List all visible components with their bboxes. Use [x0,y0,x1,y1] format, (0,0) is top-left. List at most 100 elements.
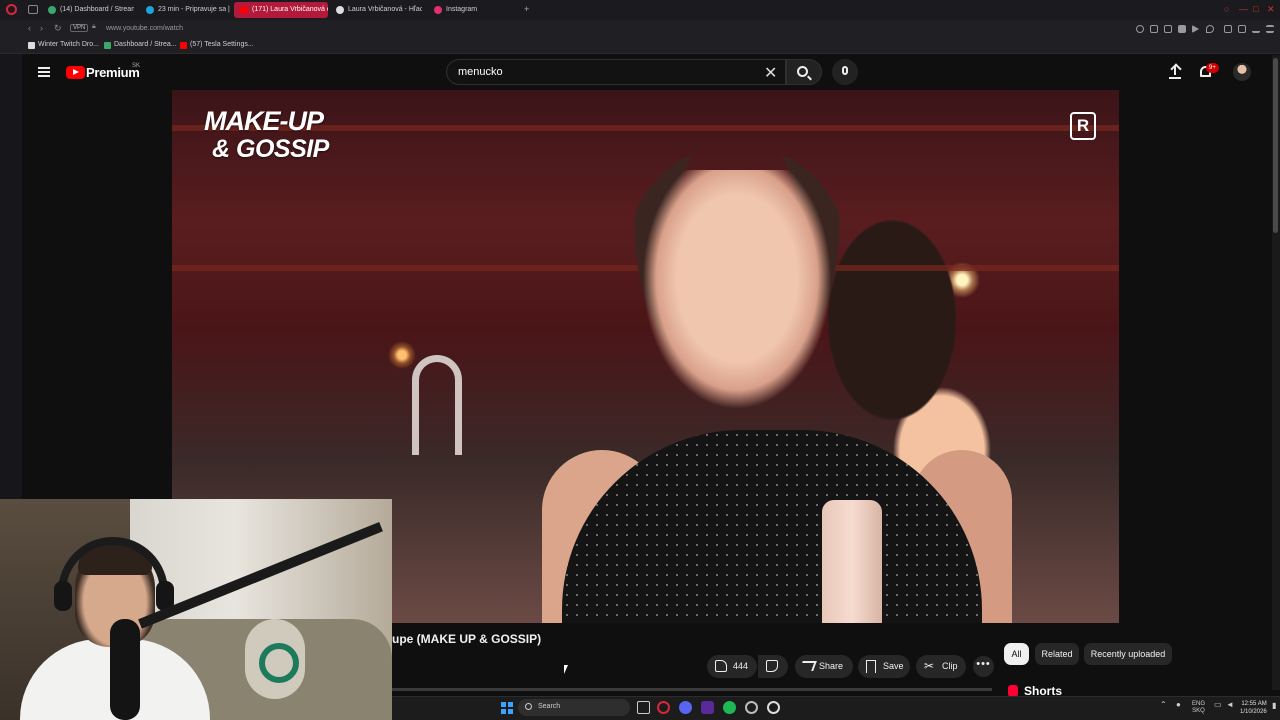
player-icon[interactable] [1192,25,1199,33]
taskbar-clock[interactable]: 12:55 AM 1/10/2026 [1240,700,1267,716]
browser-tab[interactable]: Laura Vrbičanová - Hľadať [330,2,422,18]
network-icon[interactable]: ▭ [1214,701,1222,709]
bookmark-icon[interactable] [1150,25,1158,33]
chatgpt-taskbar-icon[interactable] [767,701,780,714]
bookmark-item[interactable]: Winter Twitch Dro... [28,41,99,49]
url-field[interactable]: www.youtube.com/watch [106,25,183,32]
tab-label: Laura Vrbičanová - Hľadať [348,6,422,13]
reload-icon[interactable]: ↻ [54,23,62,34]
video-bottle [822,500,882,623]
app-taskbar-icon[interactable] [701,701,714,714]
browser-tab-bar: (14) Dashboard / Streami 23 min - Priprav… [0,0,1280,20]
volume-icon[interactable]: ◄ [1226,701,1234,709]
microphone-icon[interactable] [842,66,848,75]
back-icon[interactable]: ‹ [28,23,31,33]
forward-icon[interactable]: › [40,23,43,33]
search-tabs-icon[interactable]: ○ [1224,4,1229,14]
maximize-button[interactable]: □ [1253,4,1258,14]
taskbar-search-label: Search [538,703,561,710]
filter-chip[interactable]: Recently uploaded [1084,643,1172,665]
browser-tab[interactable]: 23 min - Pripravuje sa | W [140,2,230,18]
snapshot-icon[interactable] [1164,25,1172,33]
browser-tab[interactable]: (14) Dashboard / Streami [42,2,134,18]
webcam-pillow [245,619,305,699]
close-window-button[interactable]: ✕ [1267,4,1275,15]
webcam-overlay [0,499,392,720]
headphone-earcup-left [54,581,72,611]
tray-chevron-icon[interactable]: ⌃ [1160,701,1167,709]
shield-icon[interactable] [1178,25,1186,33]
notifications-badge: 9+ [1206,63,1219,73]
tab-favicon-icon [434,6,442,14]
more-actions-button[interactable]: ••• [973,656,994,677]
video-show-logo: MAKE-UP & GOSSIP [204,108,329,162]
minimize-button[interactable]: — [1239,4,1248,14]
tray-lang-label: ENG [1192,701,1206,707]
menu-icon[interactable] [38,67,50,77]
show-logo-line1: MAKE-UP [204,106,324,136]
bookmark-save-icon[interactable] [866,660,876,673]
filter-chip[interactable]: All [1004,643,1029,665]
opera-taskbar-icon[interactable] [657,701,670,714]
lock-icon: 🔒︎ [92,23,96,30]
search-icon[interactable] [797,66,808,77]
new-tab-button[interactable]: + [524,4,529,14]
save-label: Save [883,661,904,671]
heart-icon[interactable] [1206,25,1214,33]
browser-tab[interactable]: (171) Laura Vrbičanová o [234,2,328,18]
address-bar: ‹ › ↻ VPN 🔒︎ www.youtube.com/watch [0,20,1280,38]
close-icon[interactable]: ✕ [764,63,777,83]
clock-time: 12:55 AM [1241,701,1267,707]
bookmark-favicon-icon [28,42,35,49]
channel-watermark: R [1070,112,1096,140]
bookmark-item[interactable]: (57) Tesla Settings... [180,41,254,49]
tab-label: (14) Dashboard / Streami [60,6,134,13]
task-view-icon[interactable] [637,701,650,714]
upload-icon-base [1169,77,1181,79]
taskbar-search-icon [525,703,532,710]
like-count: 444 [733,661,749,671]
tab-label: (171) Laura Vrbičanová o [252,6,328,13]
vpn-badge[interactable]: VPN [70,24,89,32]
taskbar-search[interactable] [518,699,630,716]
windows-start-icon[interactable] [501,702,513,714]
tray-mic-icon[interactable]: ● [1176,701,1181,709]
thumbs-down-icon[interactable] [766,660,778,672]
extensions-icon[interactable] [1224,25,1232,33]
search-input[interactable] [458,66,738,78]
discord-taskbar-icon[interactable] [679,701,692,714]
scissors-icon[interactable]: ✂ [924,659,934,673]
bookmark-label: Winter Twitch Dro... [38,41,99,48]
app-taskbar-icon[interactable] [745,701,758,714]
youtube-logo-icon[interactable] [66,66,85,79]
thumbs-up-icon[interactable] [715,660,727,672]
tab-favicon-icon [48,6,56,14]
video-title: upe (MAKE UP & GOSSIP) [392,632,542,646]
avatar[interactable] [1233,63,1251,81]
clock-date: 1/10/2026 [1240,709,1267,715]
tab-favicon-icon [240,6,248,14]
tray-language[interactable]: ENG SKQ [1192,701,1205,715]
share-label: Share [819,661,844,671]
spotify-taskbar-icon[interactable] [723,701,736,714]
browser-tab[interactable]: Instagram [428,2,498,18]
filter-chip[interactable]: Related [1035,643,1079,665]
tab-menu-icon[interactable] [28,5,38,14]
bookmark-label: Dashboard / Strea... [114,41,177,48]
mic-boom-arm [138,521,383,629]
bookmark-item[interactable]: Dashboard / Strea... [104,41,177,49]
page-divider [392,688,992,691]
download-icon[interactable] [1252,25,1260,33]
opera-logo-icon[interactable] [6,4,17,15]
tab-label: 23 min - Pripravuje sa | W [158,6,230,13]
tab-label: Instagram [446,6,478,13]
zoom-icon[interactable] [1136,25,1144,33]
workspace-icon[interactable] [1238,25,1246,33]
microphone [110,619,140,720]
bookmark-favicon-icon [180,42,187,49]
video-faucet [412,355,462,455]
notification-center-icon[interactable]: ▮ [1272,702,1276,710]
page-scrollbar-thumb[interactable] [1273,58,1278,233]
bookmark-label: (57) Tesla Settings... [190,41,254,48]
easy-setup-icon[interactable] [1266,25,1274,33]
